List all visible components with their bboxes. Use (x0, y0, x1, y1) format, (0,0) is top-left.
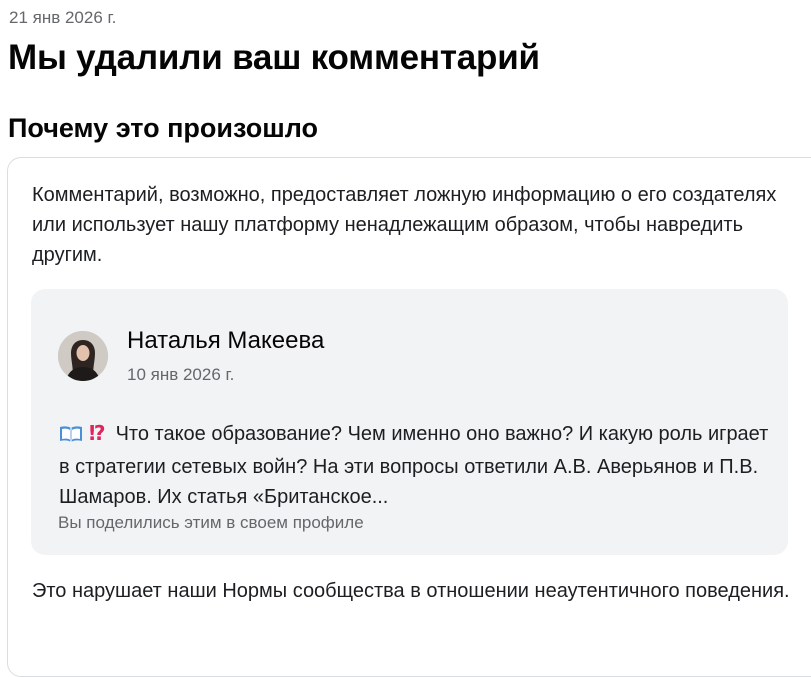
violation-text: Это нарушает наши Нормы сообщества в отн… (32, 580, 790, 602)
section-heading: Почему это произошло (8, 113, 319, 143)
comment-body: Что такое образование? Чем именно оно ва… (59, 423, 769, 508)
reason-text: Комментарий, возможно, предоставляет лож… (32, 184, 777, 266)
comment-text: ⁉ Что такое образование? Чем именно оно в… (59, 419, 779, 512)
open-book-icon (59, 422, 83, 452)
exclamation-question-icon: ⁉ (89, 423, 106, 445)
comment-date: 10 янв 2026 г. (127, 365, 235, 384)
shared-note: Вы поделились этим в своем профиле (58, 513, 364, 532)
avatar[interactable] (58, 331, 108, 381)
notice-date: 21 янв 2026 г. (9, 8, 117, 27)
page-title: Мы удалили ваш комментарий (8, 38, 540, 77)
comment-author[interactable]: Наталья Макеева (127, 327, 324, 355)
removed-comment-preview[interactable]: Наталья Макеева 10 янв 2026 г. ⁉ Что тако… (31, 289, 788, 555)
